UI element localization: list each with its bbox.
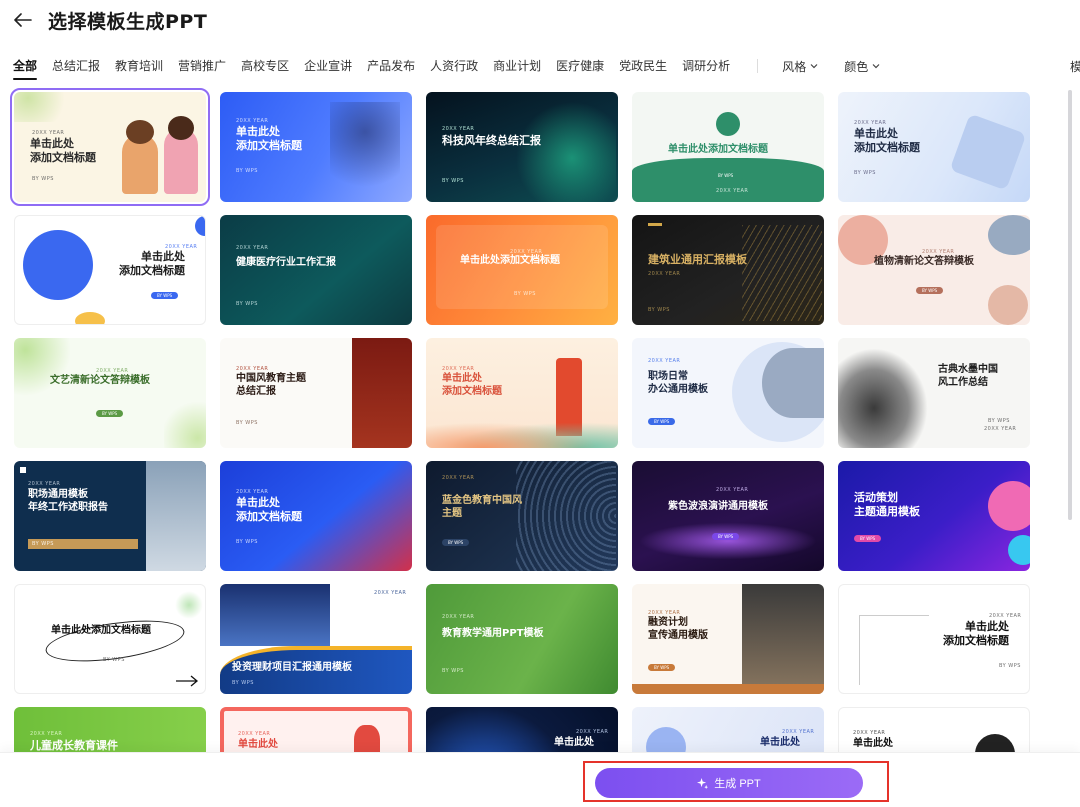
template-card[interactable]: 20XX YEAR 儿童成长教育课件 (14, 707, 206, 752)
color-filter[interactable]: 颜色 (844, 58, 880, 75)
arrow-right-icon (176, 675, 199, 687)
template-card[interactable]: 20XX YEAR 文艺清新论文答辩模板 BY WPS (14, 338, 206, 448)
tab-all[interactable]: 全部 (13, 57, 38, 80)
style-filter-label: 风格 (782, 59, 807, 74)
template-card[interactable]: 20XX YEAR 植物清新论文答辩模板 BY WPS (838, 215, 1030, 325)
template-card[interactable]: 20XX YEAR 单击此处 (632, 707, 824, 752)
template-card[interactable]: 古典水墨中国 风工作总结 BY WPS 20XX YEAR (838, 338, 1030, 448)
tab-education[interactable]: 教育培训 (115, 57, 163, 75)
template-card[interactable]: 建筑业通用汇报模板 20XX YEAR BY WPS (632, 215, 824, 325)
template-card[interactable]: 20XX YEAR 单击此处 (426, 707, 618, 752)
template-card[interactable]: 20XX YEAR 单击此处 添加文档标题 BY WPS (14, 215, 206, 325)
tabs-divider (757, 59, 759, 73)
category-tabs: 全部 总结汇报 教育培训 营销推广 高校专区 企业宣讲 产品发布 人资行政 商业… (13, 56, 906, 80)
template-card[interactable]: 20XX YEAR 健康医疗行业工作汇报 BY WPS (220, 215, 412, 325)
arrow-left-icon (14, 13, 32, 27)
template-card[interactable]: 活动策划 主题通用模板 BY WPS (838, 461, 1030, 571)
tab-corporate[interactable]: 企业宣讲 (304, 57, 352, 75)
template-grid[interactable]: 20XX YEAR 单击此处 添加文档标题 BY WPS 20XX YEAR 单… (0, 84, 1060, 752)
header: 选择模板生成PPT (12, 6, 207, 34)
template-card[interactable]: 20XX YEAR 单击此处 添加文档标题 BY WPS (220, 92, 412, 202)
template-card[interactable]: 20XX YEAR 教育教学通用PPT模板 BY WPS (426, 584, 618, 694)
template-card[interactable]: 20XX YEAR 单击此处 添加文档标题 BY WPS (838, 92, 1030, 202)
template-card[interactable]: 20XX YEAR 单击此处 添加文档标题 BY WPS (838, 584, 1030, 694)
tab-hr-admin[interactable]: 人资行政 (430, 57, 478, 75)
tab-university[interactable]: 高校专区 (241, 57, 289, 75)
scrollbar[interactable] (1068, 90, 1072, 520)
template-card[interactable]: 20XX YEAR 单击此处 (220, 707, 412, 752)
style-filter[interactable]: 风格 (782, 58, 818, 75)
template-card[interactable]: 20XX YEAR 职场通用模板 年终工作述职报告 BY WPS (14, 461, 206, 571)
tab-summary-report[interactable]: 总结汇报 (52, 57, 100, 75)
sparkle-icon (697, 777, 709, 789)
tab-government[interactable]: 党政民生 (619, 57, 667, 75)
template-card[interactable]: 20XX YEAR 单击此处添加文档标题 BY WPS (426, 215, 618, 325)
template-card[interactable]: 20XX YEAR 蓝金色教育中国风 主题 BY WPS (426, 461, 618, 571)
tab-research[interactable]: 调研分析 (682, 57, 730, 75)
page-title: 选择模板生成PPT (48, 10, 208, 33)
template-card[interactable]: 单击此处添加文档标题 BY WPS (14, 584, 206, 694)
right-panel-label: 模 (1070, 60, 1080, 74)
generate-ppt-label: 生成 PPT (714, 778, 761, 790)
color-filter-label: 颜色 (844, 59, 869, 74)
scrollbar-thumb[interactable] (1068, 90, 1072, 520)
template-card[interactable]: 20XX YEAR 单击此处 添加文档标题 BY WPS (10, 88, 210, 206)
template-card[interactable]: 20XX YEAR 单击此处 添加文档标题 BY WPS (220, 461, 412, 571)
footer-bar (0, 752, 1080, 807)
chevron-down-icon (810, 64, 818, 69)
template-card[interactable]: 20XX YEAR 单击此处 (838, 707, 1030, 752)
template-card[interactable]: 20XX YEAR 中国风教育主题 总结汇报 BY WPS (220, 338, 412, 448)
tab-product-launch[interactable]: 产品发布 (367, 57, 415, 75)
template-card[interactable]: 20XX YEAR 科技风年终总结汇报 BY WPS (426, 92, 618, 202)
chevron-down-icon (872, 64, 880, 69)
back-button[interactable] (12, 9, 34, 31)
tab-business-plan[interactable]: 商业计划 (493, 57, 541, 75)
template-card[interactable]: 20XX YEAR 职场日常 办公通用模板 BY WPS (632, 338, 824, 448)
generate-ppt-button[interactable]: 生成 PPT (595, 768, 863, 798)
template-card[interactable]: 20XX YEAR 单击此处 添加文档标题 (426, 338, 618, 448)
template-card[interactable]: 20XX YEAR 融资计划 宣传通用模版 BY WPS (632, 584, 824, 694)
tab-marketing[interactable]: 营销推广 (178, 57, 226, 75)
template-card[interactable]: 20XX YEAR 投资理财项目汇报通用模板 BY WPS (220, 584, 412, 694)
tab-medical[interactable]: 医疗健康 (556, 57, 604, 75)
template-card[interactable]: 20XX YEAR 紫色波浪演讲通用模板 BY WPS (632, 461, 824, 571)
template-card[interactable]: 单击此处添加文档标题 BY WPS 20XX YEAR (632, 92, 824, 202)
